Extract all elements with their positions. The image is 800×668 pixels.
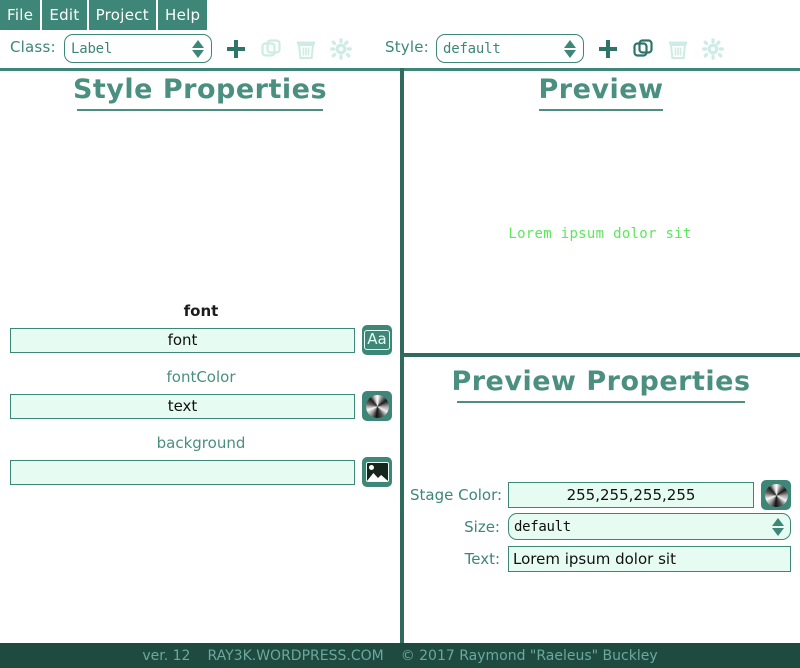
style-add-button[interactable] — [593, 34, 623, 64]
property-fontcolor: fontColor text — [10, 368, 392, 421]
preview-properties-heading: Preview Properties — [402, 366, 800, 403]
class-delete-button — [291, 34, 321, 64]
status-version: ver. 12 — [142, 647, 191, 664]
text-row: Text: Lorem ipsum dolor sit — [410, 546, 791, 572]
stage-color-field[interactable]: 255,255,255,255 — [508, 482, 754, 508]
size-row: Size: default — [410, 513, 791, 540]
stage-color-label: Stage Color: — [410, 486, 503, 504]
app-window: File Edit Project Help Class: Label Styl… — [0, 0, 800, 668]
fontcolor-picker-button[interactable] — [362, 391, 392, 421]
property-background-label: background — [156, 434, 246, 452]
style-settings-button — [698, 34, 728, 64]
size-select[interactable]: default — [508, 513, 791, 540]
style-select[interactable]: default — [436, 34, 584, 63]
style-select-value: default — [443, 40, 501, 57]
style-properties-heading: Style Properties — [0, 74, 400, 111]
heading-underline — [539, 109, 663, 111]
stage-color-row: Stage Color: 255,255,255,255 — [410, 480, 791, 510]
style-select-arrows-icon[interactable] — [563, 38, 577, 60]
menu-item-project[interactable]: Project — [88, 0, 156, 30]
preview-title: Preview — [538, 74, 664, 105]
color-wheel-icon — [764, 483, 788, 507]
heading-underline — [457, 401, 745, 403]
property-background: background — [10, 434, 392, 487]
class-duplicate-button — [256, 34, 286, 64]
property-fontcolor-field[interactable]: text — [10, 393, 355, 419]
preview-divider — [402, 353, 800, 357]
style-delete-button — [663, 34, 693, 64]
status-copyright: © 2017 Raymond "Raeleus" Buckley — [400, 647, 658, 664]
class-label: Class: — [10, 38, 56, 56]
property-fontcolor-label: fontColor — [166, 368, 236, 386]
status-bar: ver. 12 RAY3K.WORDPRESS.COM © 2017 Raymo… — [0, 643, 800, 668]
class-select-value: Label — [71, 40, 113, 57]
preview-properties-title: Preview Properties — [451, 366, 751, 397]
size-select-value: default — [514, 518, 571, 535]
background-picker-button[interactable] — [362, 457, 392, 487]
heading-underline — [77, 109, 323, 111]
preview-heading: Preview — [402, 74, 800, 111]
property-font-field[interactable]: font — [10, 327, 355, 353]
class-select[interactable]: Label — [64, 34, 212, 63]
toolbar: Class: Label Style: default — [0, 30, 800, 68]
property-font: font font Aa — [10, 302, 392, 355]
property-font-label: font — [183, 302, 219, 320]
size-select-arrows-icon[interactable] — [771, 516, 785, 538]
menu-item-edit[interactable]: Edit — [42, 0, 87, 30]
menu-item-file[interactable]: File — [0, 0, 41, 30]
style-properties-title: Style Properties — [72, 74, 328, 105]
class-select-arrows-icon[interactable] — [191, 38, 205, 60]
menu-bar: File Edit Project Help — [0, 0, 800, 30]
font-picker-button[interactable]: Aa — [362, 325, 392, 355]
style-label: Style: — [385, 38, 429, 56]
status-site: RAY3K.WORDPRESS.COM — [207, 647, 384, 664]
stage-color-picker-button[interactable] — [761, 480, 791, 510]
property-background-field[interactable] — [10, 459, 355, 485]
text-input[interactable]: Lorem ipsum dolor sit — [508, 546, 791, 572]
preview-sample-text: Lorem ipsum dolor sit — [508, 226, 692, 242]
text-label: Text: — [464, 550, 500, 568]
image-icon — [365, 462, 389, 482]
font-icon: Aa — [364, 330, 390, 350]
color-wheel-icon — [365, 394, 389, 418]
style-duplicate-button[interactable] — [628, 34, 658, 64]
menu-item-help[interactable]: Help — [157, 0, 208, 30]
class-add-button[interactable] — [221, 34, 251, 64]
class-settings-button — [326, 34, 356, 64]
size-label: Size: — [464, 517, 500, 536]
